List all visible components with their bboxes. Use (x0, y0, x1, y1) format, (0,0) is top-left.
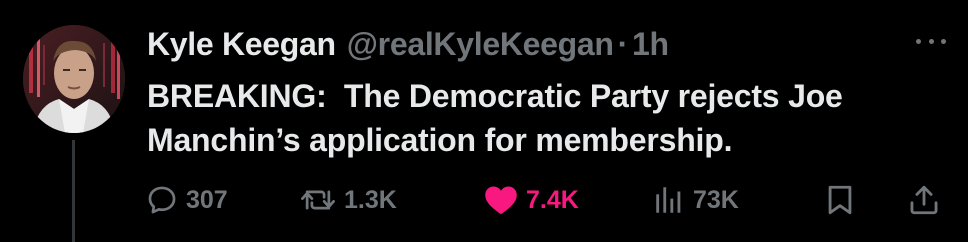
reply-bubble-icon (148, 186, 176, 214)
like-count: 7.4K (526, 185, 579, 214)
views-bar-chart-icon (656, 187, 681, 213)
author-name[interactable]: Kyle Keegan (147, 26, 336, 63)
share-button[interactable] (908, 180, 947, 220)
more-dot (916, 38, 921, 44)
avatar[interactable] (23, 25, 125, 133)
retweet-icon (301, 190, 335, 210)
retweet-count: 1.3K (344, 185, 397, 214)
like-button[interactable]: 7.4K (483, 180, 579, 220)
share-icon (910, 185, 938, 215)
avatar-image (23, 25, 125, 133)
author-handle[interactable]: @realKyleKeegan (347, 26, 614, 63)
tweet[interactable]: Kyle Keegan @realKyleKeegan · 1h BREAKIN… (0, 0, 968, 242)
heart-icon (485, 186, 517, 215)
more-dot (928, 38, 934, 44)
more-dot (941, 38, 946, 44)
action-bar: 307 1.3K 7.4K 73K (145, 180, 945, 220)
retweet-button[interactable]: 1.3K (299, 180, 397, 220)
reply-button[interactable]: 307 (145, 180, 228, 220)
bookmark-icon (828, 185, 852, 215)
thread-connector-line (72, 140, 75, 242)
reply-count: 307 (186, 185, 228, 214)
more-dots-icon[interactable] (916, 34, 946, 48)
tweet-text: BREAKING: The Democratic Party rejects J… (147, 78, 852, 158)
timestamp[interactable]: 1h (632, 26, 669, 63)
views-count: 73K (693, 185, 739, 214)
separator-dot: · (617, 25, 629, 62)
tweet-header: Kyle Keegan @realKyleKeegan · 1h (147, 24, 669, 64)
views-button[interactable]: 73K (652, 180, 739, 220)
bookmark-button[interactable] (825, 180, 862, 220)
